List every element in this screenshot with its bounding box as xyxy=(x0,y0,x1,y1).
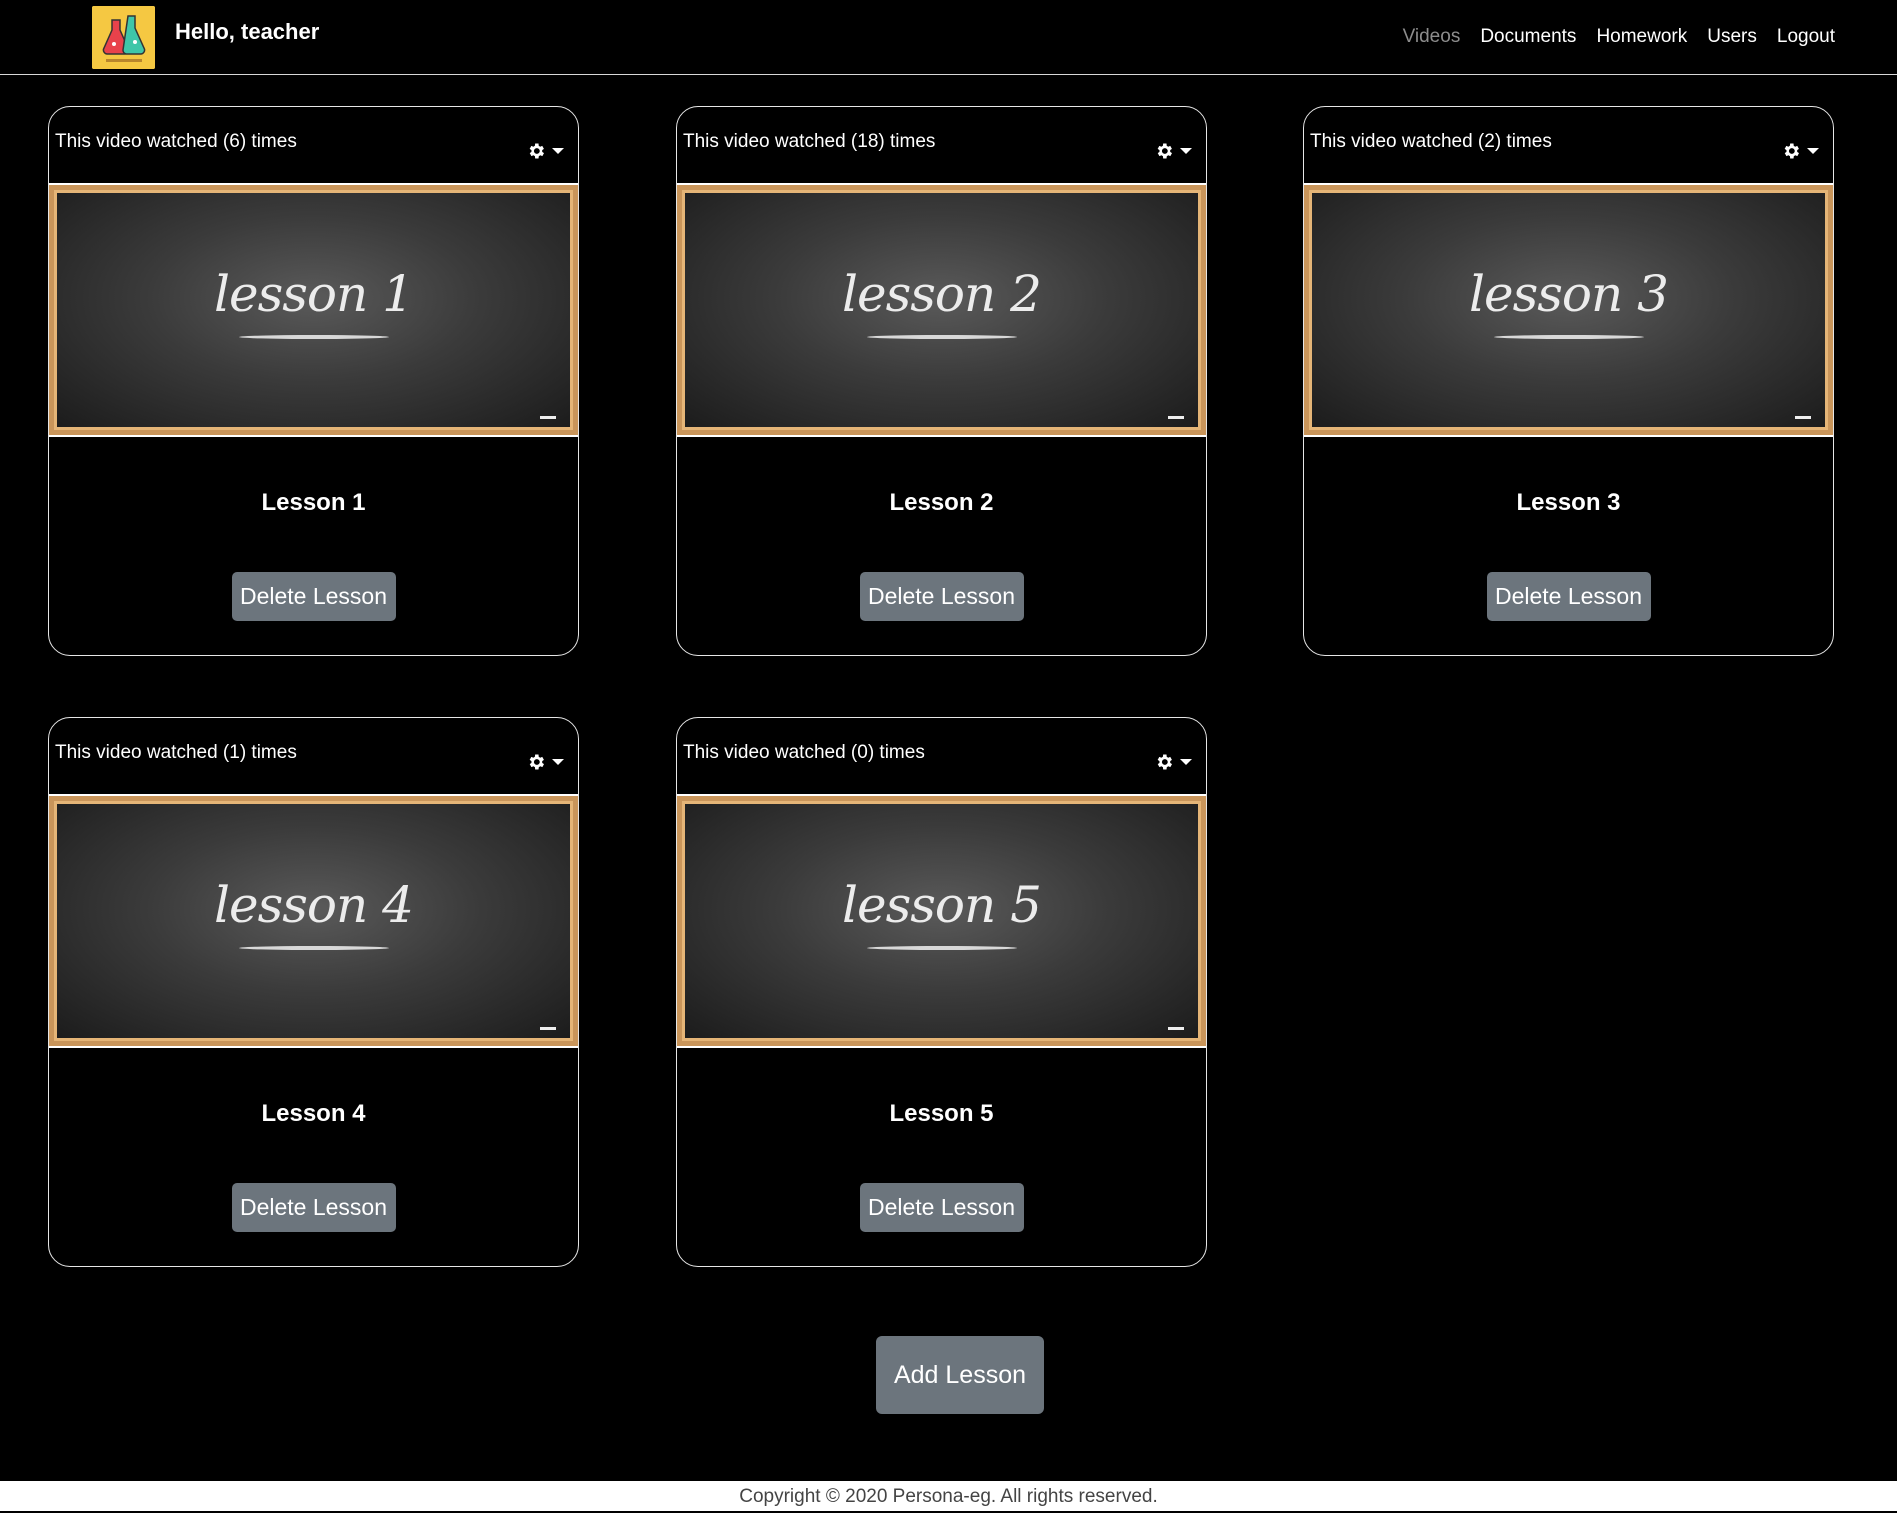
nav-link-documents[interactable]: Documents xyxy=(1480,26,1576,48)
chalk-underline xyxy=(238,335,389,339)
video-thumbnail[interactable]: lesson 2 xyxy=(677,183,1206,437)
brand-logo[interactable] xyxy=(92,6,155,69)
chalkboard: lesson 1 xyxy=(54,190,573,430)
card-header: This video watched (1) times xyxy=(49,718,578,794)
caret-down-icon xyxy=(1180,148,1192,154)
delete-lesson-button[interactable]: Delete Lesson xyxy=(1486,572,1651,621)
gear-icon xyxy=(1784,143,1799,159)
add-lesson-button[interactable]: Add Lesson xyxy=(876,1336,1044,1414)
settings-dropdown-toggle[interactable] xyxy=(526,752,564,772)
minimize-icon xyxy=(1168,1027,1184,1030)
watch-count: This video watched (6) times xyxy=(55,131,297,152)
nav-links: Videos Documents Homework Users Logout xyxy=(1403,26,1835,48)
video-thumbnail[interactable]: lesson 3 xyxy=(1304,183,1833,437)
lesson-card: This video watched (0) times lesson 5 Le… xyxy=(676,717,1207,1267)
gear-icon xyxy=(1157,754,1172,770)
card-header: This video watched (18) times xyxy=(677,107,1206,183)
card-header: This video watched (6) times xyxy=(49,107,578,183)
gear-icon xyxy=(529,143,544,159)
chalkboard: lesson 2 xyxy=(682,190,1201,430)
thumbnail-caption: lesson 1 xyxy=(214,265,414,323)
thumbnail-caption: lesson 5 xyxy=(842,876,1042,934)
thumbnail-caption: lesson 4 xyxy=(214,876,414,934)
settings-dropdown-toggle[interactable] xyxy=(526,141,564,161)
caret-down-icon xyxy=(552,148,564,154)
lesson-card: This video watched (18) times lesson 2 L… xyxy=(676,106,1207,656)
thumbnail-caption: lesson 2 xyxy=(842,265,1042,323)
minimize-icon xyxy=(1168,416,1184,419)
settings-dropdown-toggle[interactable] xyxy=(1781,141,1819,161)
lesson-title: Lesson 4 xyxy=(261,1100,366,1127)
lesson-title: Lesson 1 xyxy=(261,489,366,516)
caret-down-icon xyxy=(1180,759,1192,765)
delete-lesson-button[interactable]: Delete Lesson xyxy=(231,1183,396,1232)
chalk-underline xyxy=(866,946,1017,950)
watch-count: This video watched (2) times xyxy=(1310,131,1552,152)
chalk-underline xyxy=(1493,335,1644,339)
lesson-title: Lesson 5 xyxy=(889,1100,994,1127)
chalkboard: lesson 3 xyxy=(1309,190,1828,430)
video-thumbnail[interactable]: lesson 4 xyxy=(49,794,578,1048)
nav-link-logout[interactable]: Logout xyxy=(1777,26,1835,48)
watch-count: This video watched (18) times xyxy=(683,131,936,152)
chalk-underline xyxy=(238,946,389,950)
footer-copyright: Copyright © 2020 Persona-eg. All rights … xyxy=(0,1481,1897,1511)
chalkboard: lesson 4 xyxy=(54,801,573,1041)
gear-icon xyxy=(529,754,544,770)
lesson-card: This video watched (6) times lesson 1 Le… xyxy=(48,106,579,656)
video-thumbnail[interactable]: lesson 5 xyxy=(677,794,1206,1048)
lesson-card: This video watched (1) times lesson 4 Le… xyxy=(48,717,579,1267)
lesson-title: Lesson 2 xyxy=(889,489,994,516)
card-header: This video watched (2) times xyxy=(1304,107,1833,183)
video-thumbnail[interactable]: lesson 1 xyxy=(49,183,578,437)
chalk-underline xyxy=(866,335,1017,339)
thumbnail-caption: lesson 3 xyxy=(1469,265,1669,323)
caret-down-icon xyxy=(552,759,564,765)
minimize-icon xyxy=(1795,416,1811,419)
chalkboard: lesson 5 xyxy=(682,801,1201,1041)
greeting: Hello, teacher xyxy=(175,19,320,44)
lesson-card: This video watched (2) times lesson 3 Le… xyxy=(1303,106,1834,656)
settings-dropdown-toggle[interactable] xyxy=(1154,141,1192,161)
caret-down-icon xyxy=(1807,148,1819,154)
nav-link-users[interactable]: Users xyxy=(1707,26,1757,48)
navbar: Hello, teacher Videos Documents Homework… xyxy=(0,0,1897,75)
delete-lesson-button[interactable]: Delete Lesson xyxy=(859,572,1024,621)
nav-link-videos[interactable]: Videos xyxy=(1403,26,1461,48)
lesson-title: Lesson 3 xyxy=(1516,489,1621,516)
minimize-icon xyxy=(540,416,556,419)
card-header: This video watched (0) times xyxy=(677,718,1206,794)
settings-dropdown-toggle[interactable] xyxy=(1154,752,1192,772)
watch-count: This video watched (1) times xyxy=(55,742,297,763)
nav-link-homework[interactable]: Homework xyxy=(1596,26,1687,48)
delete-lesson-button[interactable]: Delete Lesson xyxy=(231,572,396,621)
gear-icon xyxy=(1157,143,1172,159)
flask-logo-icon xyxy=(92,6,155,69)
watch-count: This video watched (0) times xyxy=(683,742,925,763)
minimize-icon xyxy=(540,1027,556,1030)
delete-lesson-button[interactable]: Delete Lesson xyxy=(859,1183,1024,1232)
